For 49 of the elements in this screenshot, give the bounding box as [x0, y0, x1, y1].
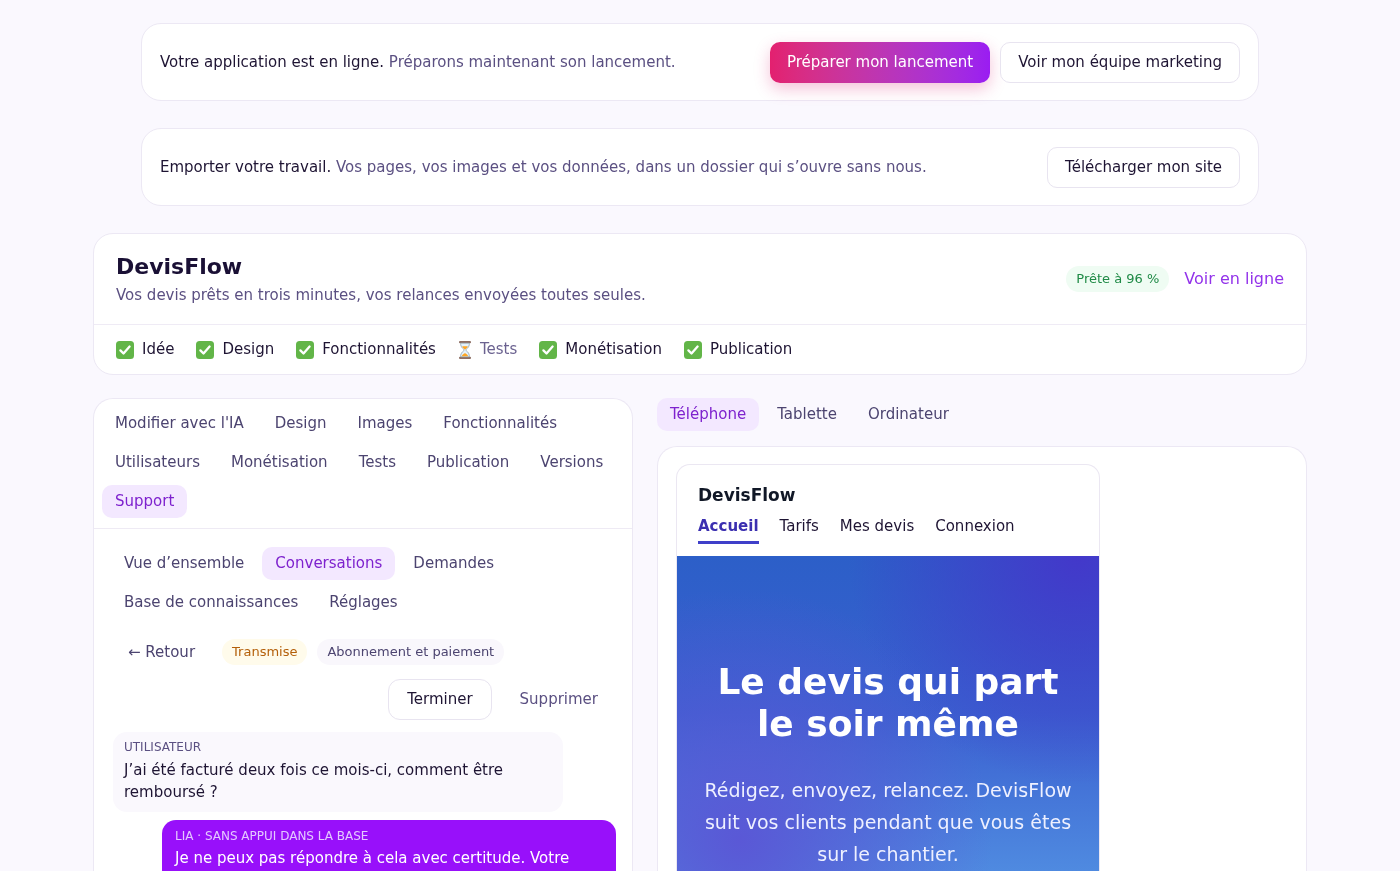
readiness-badge: Prête à 96 %: [1066, 266, 1170, 292]
section-tab[interactable]: Réglages: [316, 586, 411, 619]
nav-link[interactable]: Tarifs: [779, 515, 819, 544]
message-author: UTILISATEUR: [124, 739, 203, 755]
editor-tab[interactable]: Monétisation: [217, 446, 341, 479]
section-tab[interactable]: Demandes: [400, 547, 507, 580]
step-label: Monétisation: [565, 339, 662, 361]
message-text: J’ai été facturé deux fois ce mois-ci, comment être remboursé ?: [124, 760, 505, 803]
topic-badge: Abonnement et paiement: [317, 639, 505, 665]
back-link[interactable]: ← Retour: [124, 640, 200, 664]
banner-message: Votre application est en ligne. Préparons maintenant son lancement.: [160, 51, 676, 73]
section-tab[interactable]: Conversations: [262, 547, 396, 580]
view-live-link[interactable]: Voir en ligne: [1184, 267, 1284, 291]
editor-tab[interactable]: Modifier avec l'IA: [102, 407, 257, 440]
editor-tab[interactable]: Versions: [527, 446, 617, 479]
device-tab[interactable]: Téléphone: [657, 398, 760, 431]
step-label: Fonctionnalités: [322, 339, 436, 361]
editor-tab[interactable]: Design: [261, 407, 340, 440]
project-tagline: Vos devis prêts en trois minutes, vos relances envoyées toutes seules.: [116, 285, 646, 305]
editor-tab[interactable]: Publication: [414, 446, 523, 479]
site-brand: DevisFlow: [698, 484, 796, 506]
status-badge: Transmise: [222, 639, 308, 665]
project-title: DevisFlow: [116, 253, 243, 281]
section-tab[interactable]: Base de connaissances: [111, 586, 312, 619]
banner-message: Emporter votre travail. Vos pages, vos images et vos données, dans un dossier qui s’ouvre sans nous.: [160, 156, 927, 178]
nav-link[interactable]: Mes devis: [839, 515, 915, 544]
editor-tab[interactable]: Tests: [345, 446, 409, 479]
editor-tab[interactable]: Utilisateurs: [102, 446, 213, 479]
editor-tab[interactable]: Fonctionnalités: [430, 407, 571, 440]
outline-button[interactable]: Terminer: [388, 679, 492, 720]
hero-title: Le devis qui part le soir même: [716, 661, 1060, 745]
device-tab[interactable]: Tablette: [764, 398, 850, 431]
step-label: Tests: [479, 339, 518, 361]
primary-button[interactable]: Préparer mon lancement: [770, 41, 991, 83]
message-text: Je ne peux pas répondre à cela avec certitude. Votre: [175, 848, 571, 869]
step-label: Idée: [142, 339, 175, 361]
device-tab[interactable]: Ordinateur: [854, 398, 962, 431]
secondary-button[interactable]: Télécharger mon site: [1047, 146, 1240, 188]
nav-link[interactable]: Connexion: [935, 515, 1015, 544]
editor-tab[interactable]: Support: [102, 485, 188, 518]
step-label: Publication: [709, 339, 793, 361]
message-author: LIA · SANS APPUI DANS LA BASE: [175, 828, 370, 844]
section-tab[interactable]: Vue d’ensemble: [111, 547, 258, 580]
secondary-button[interactable]: Voir mon équipe marketing: [1000, 41, 1240, 83]
step-label: Design: [222, 339, 275, 361]
nav-link[interactable]: Accueil: [698, 515, 759, 544]
hero-text: Rédigez, envoyez, relancez. DevisFlow suit vos clients pendant que vous êtes sur le chantier.: [703, 778, 1073, 867]
text-button[interactable]: Supprimer: [501, 679, 616, 720]
editor-tab[interactable]: Images: [344, 407, 426, 440]
